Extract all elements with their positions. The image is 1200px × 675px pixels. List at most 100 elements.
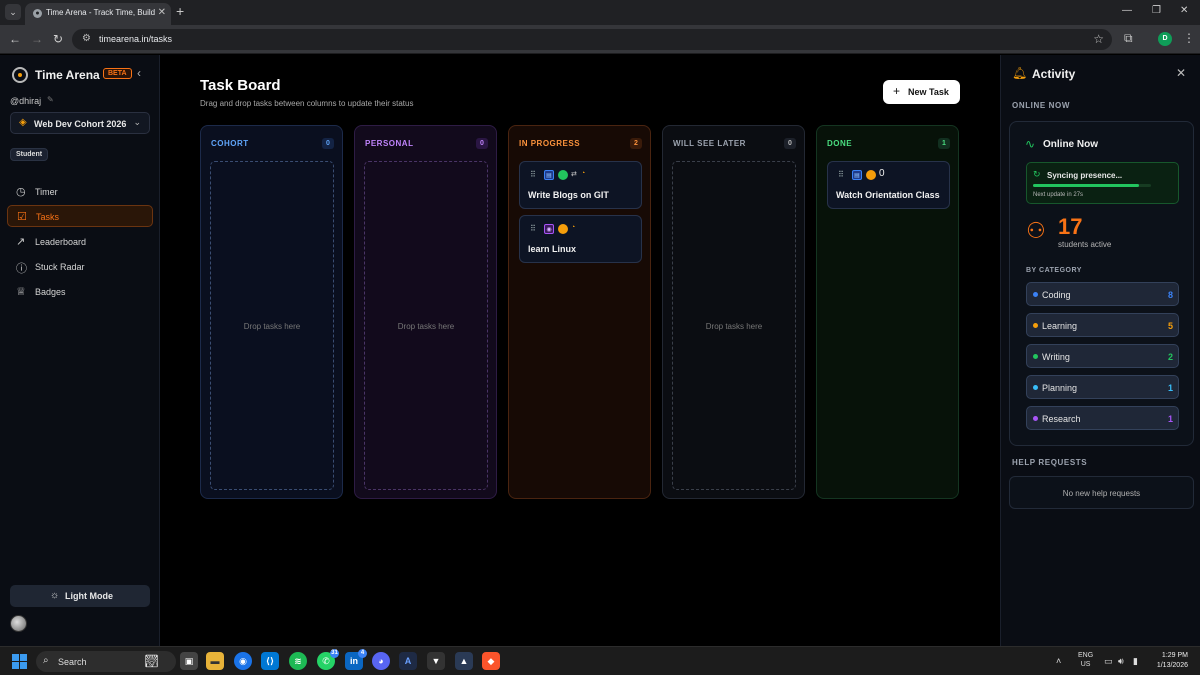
profile-avatar[interactable]: D <box>1158 32 1172 46</box>
reload-icon[interactable]: ↻ <box>53 32 63 46</box>
shuffle-icon[interactable]: ⇄ <box>571 170 577 178</box>
language-indicator[interactable]: ENG US <box>1078 651 1093 669</box>
url-text[interactable]: timearena.in/tasks <box>99 34 172 44</box>
column-count: 0 <box>476 138 488 149</box>
bookmark-star-icon[interactable]: ☆ <box>1093 32 1104 46</box>
category-dot <box>1033 292 1038 297</box>
back-icon[interactable]: ← <box>9 32 21 46</box>
tray-chevron-icon[interactable]: ˄ <box>1056 656 1061 666</box>
drag-handle-icon[interactable]: ⠿ <box>838 170 844 179</box>
column-cohort[interactable]: COHORT 0 Drop tasks here <box>200 125 343 499</box>
column-in-progress[interactable]: IN PROGRESS 2 ⠿ ▤ ⇄ ◔ Write Blogs on GIT… <box>508 125 651 499</box>
whatsapp-icon[interactable]: ✆ 31 <box>317 649 339 670</box>
sidebar-item-timer[interactable]: ◷ Timer <box>7 181 153 203</box>
drag-handle-icon[interactable]: ⠿ <box>530 224 536 233</box>
online-now-title: Online Now <box>1043 139 1098 150</box>
linkedin-icon[interactable]: in 4 <box>345 649 367 670</box>
timer-icon[interactable]: ◔ <box>581 170 585 177</box>
category-research[interactable]: Research 1 <box>1026 406 1179 430</box>
notification-badge: 31 <box>330 649 339 658</box>
category-coding[interactable]: Coding 8 <box>1026 282 1179 306</box>
omnibox[interactable]: ⚙ timearena.in/tasks ☆ <box>72 29 1112 50</box>
vscode-icon[interactable]: ⟨⟩ <box>261 652 279 670</box>
online-now-card: ∿ Online Now ↻ Syncing presence... Next … <box>1009 121 1194 446</box>
column-title: DONE <box>827 139 853 148</box>
task-view-icon[interactable]: ▣ <box>180 652 198 670</box>
user-avatar[interactable] <box>10 615 27 632</box>
tab-search-button[interactable]: ⌄ <box>5 4 21 20</box>
column-count: 2 <box>630 138 642 149</box>
students-count: 17 <box>1058 214 1083 239</box>
file-explorer-icon[interactable]: ▬ <box>206 652 224 670</box>
category-learning[interactable]: Learning 5 <box>1026 313 1179 337</box>
category-writing[interactable]: Writing 2 <box>1026 344 1179 368</box>
layers-icon: ◈ <box>19 117 27 128</box>
task-title: Watch Orientation Class <box>836 190 940 200</box>
drag-handle-icon[interactable]: ⠿ <box>530 170 536 179</box>
battery-icon[interactable]: ▮ <box>1133 656 1138 667</box>
task-title: Write Blogs on GIT <box>528 190 609 200</box>
category-count: 5 <box>1167 321 1173 331</box>
forward-icon[interactable]: → <box>31 32 43 46</box>
light-mode-button[interactable]: ☼ Light Mode <box>10 585 150 607</box>
category-label: Writing <box>1042 352 1070 362</box>
users-icon: ⚇ <box>1026 218 1046 243</box>
category-planning[interactable]: Planning 1 <box>1026 375 1179 399</box>
search-icon: ⌕ <box>43 655 49 666</box>
drop-zone[interactable]: Drop tasks here <box>364 161 488 490</box>
online-now-section-title: ONLINE NOW <box>1012 101 1070 110</box>
column-title: WILL SEE LATER <box>673 139 746 148</box>
browser-tab[interactable]: ● Time Arena - Track Time, Build ✕ <box>25 3 171 25</box>
sidebar-item-stuck-radar[interactable]: ⓘ Stuck Radar <box>7 256 153 278</box>
logo-icon <box>12 67 28 83</box>
column-will-see-later[interactable]: WILL SEE LATER 0 Drop tasks here <box>662 125 805 499</box>
terminal-app-icon[interactable]: ▼ <box>427 652 445 670</box>
chrome-icon[interactable]: ◉ <box>234 652 252 670</box>
address-bar-row: ← → ↻ ⚙ timearena.in/tasks ☆ <box>0 25 1200 54</box>
system-clock[interactable]: 1:29 PM 1/13/2026 <box>1148 651 1188 671</box>
help-requests-section-title: HELP REQUESTS <box>1012 458 1088 467</box>
sidebar-item-tasks[interactable]: ☑ Tasks <box>7 205 153 227</box>
timer-icon[interactable]: ◔ <box>571 224 575 231</box>
tab-close-icon[interactable]: ✕ <box>158 7 166 18</box>
discord-icon[interactable]: ◕ <box>372 652 390 670</box>
site-favicon-icon: ● <box>33 9 42 18</box>
arc-app-icon[interactable]: A <box>399 652 417 670</box>
extensions-icon[interactable]: ⧉ <box>1124 31 1133 46</box>
task-card[interactable]: ⠿ ▤ ⇄ ◔ Write Blogs on GIT <box>519 161 642 209</box>
app-name: Time Arena <box>35 68 100 82</box>
column-count: 0 <box>322 138 334 149</box>
cohort-select[interactable]: ◈ Web Dev Cohort 2026 ⌄ <box>10 112 150 134</box>
task-card[interactable]: ⠿ ▤ 0 Watch Orientation Class <box>827 161 950 209</box>
close-window-icon[interactable]: ✕ <box>1180 5 1188 16</box>
display-icon[interactable]: ▭ <box>1104 656 1113 667</box>
photos-app-icon[interactable]: ▲ <box>455 652 473 670</box>
region-code: US <box>1080 661 1091 668</box>
edit-icon[interactable]: ✎ <box>47 95 54 104</box>
browser-menu-icon[interactable]: ⋮ <box>1183 31 1195 45</box>
collapse-sidebar-icon[interactable]: ‹ <box>137 66 141 80</box>
column-personal[interactable]: PERSONAL 0 Drop tasks here <box>354 125 497 499</box>
minimize-icon[interactable]: — <box>1122 5 1132 16</box>
task-board: Task Board Drag and drop tasks between c… <box>160 55 1000 646</box>
site-info-icon[interactable]: ⚙ <box>82 33 91 44</box>
windows-start-icon[interactable] <box>12 654 27 669</box>
maximize-icon[interactable]: ❐ <box>1152 5 1161 16</box>
column-title: PERSONAL <box>365 139 414 148</box>
taskbar-search[interactable]: ⌕ Search 🌄︎ <box>36 651 176 672</box>
by-category-title: BY CATEGORY <box>1026 267 1082 274</box>
drop-zone[interactable]: Drop tasks here <box>672 161 796 490</box>
sidebar-item-badges[interactable]: ♕ Badges <box>7 281 153 303</box>
new-task-button[interactable]: + New Task <box>883 80 960 104</box>
column-done[interactable]: DONE 1 ⠿ ▤ 0 Watch Orientation Class <box>816 125 959 499</box>
spotify-icon[interactable]: ≋ <box>289 652 307 670</box>
task-card[interactable]: ⠿ ◉ ◔ learn Linux <box>519 215 642 263</box>
notification-badge: 4 <box>358 649 367 658</box>
new-tab-button[interactable]: + <box>176 3 184 19</box>
brave-icon[interactable]: ◆ <box>482 652 500 670</box>
close-icon[interactable]: ✕ <box>1176 66 1186 80</box>
sidebar-item-leaderboard[interactable]: ↗ Leaderboard <box>7 231 153 253</box>
volume-icon[interactable]: 🔊︎ <box>1118 656 1124 667</box>
drop-zone[interactable]: Drop tasks here <box>210 161 334 490</box>
category-label: Research <box>1042 414 1081 424</box>
